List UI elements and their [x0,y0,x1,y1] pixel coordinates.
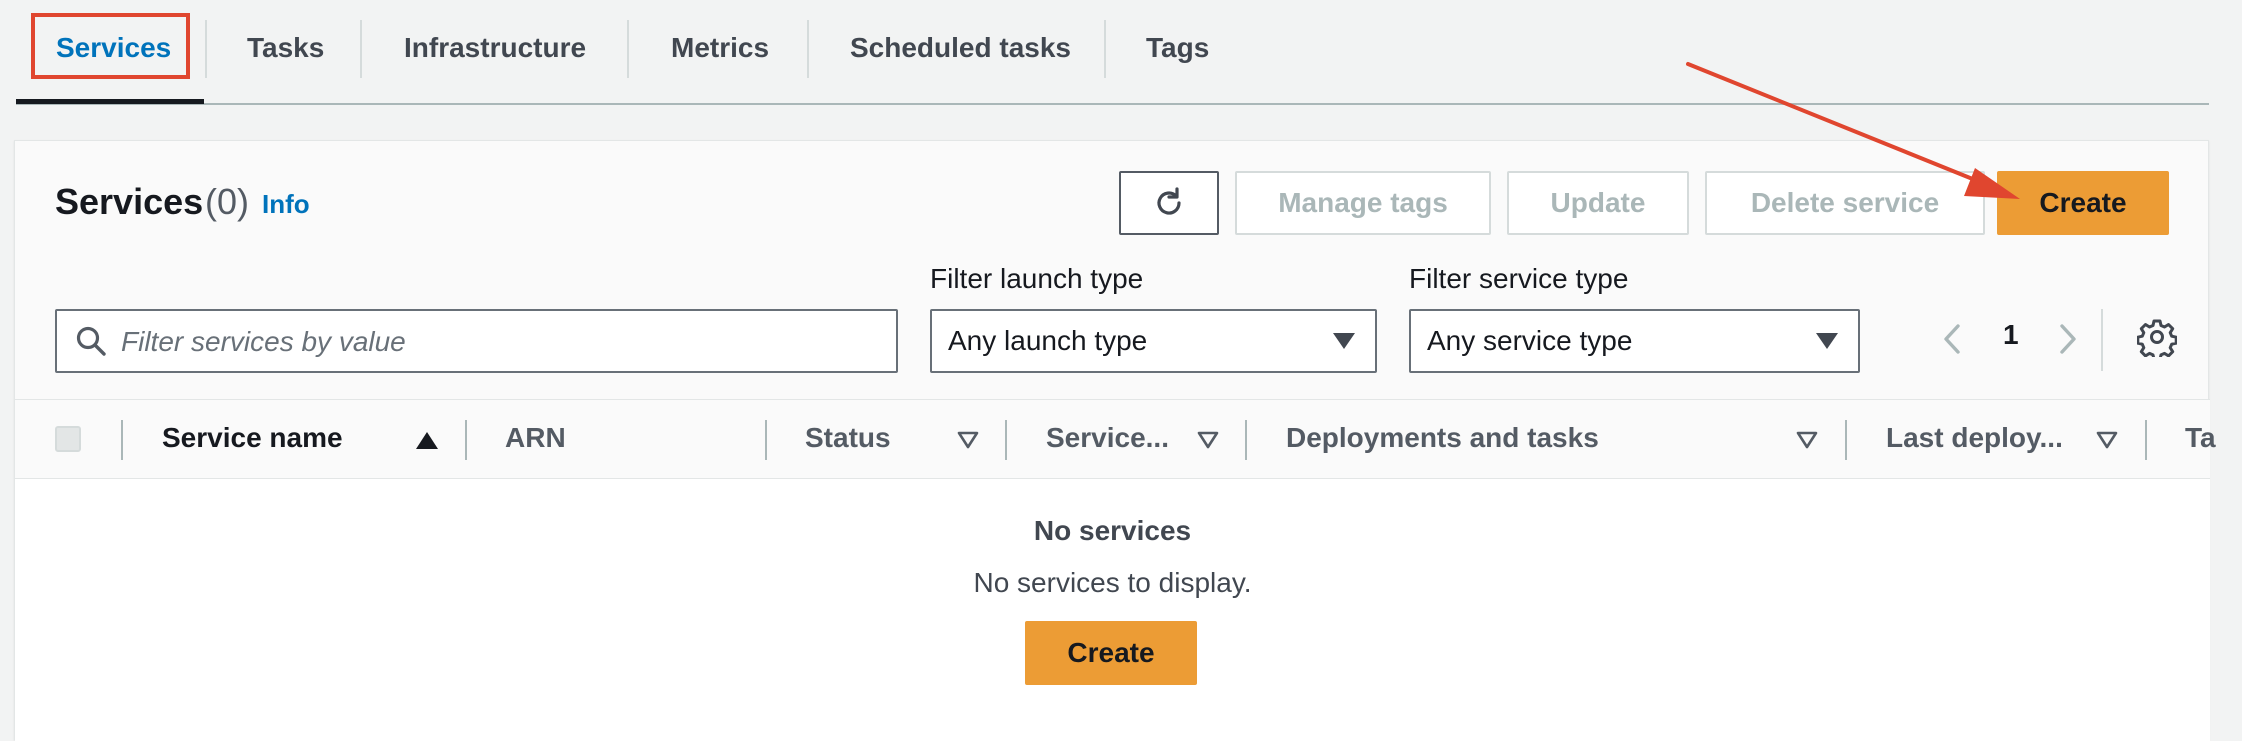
tab-separator [205,20,207,78]
services-panel: Services (0) Info Manage tags Update Del… [14,140,2216,741]
tab-separator [807,20,809,78]
search-input[interactable] [119,311,883,373]
search-icon [76,326,106,356]
update-button[interactable]: Update [1507,171,1689,235]
chevron-left-icon[interactable] [1937,319,1967,359]
pager-separator [2101,309,2103,371]
chevron-right-icon[interactable] [2053,319,2083,359]
column-separator [1845,420,1847,460]
column-separator [121,420,123,460]
table-body: No services No services to display. Crea… [15,479,2210,741]
tab-bar: Services Tasks Infrastructure Metrics Sc… [0,0,2242,106]
column-separator [765,420,767,460]
column-separator [1005,420,1007,460]
column-service-type[interactable]: Service... [1046,422,1169,454]
empty-state-title: No services [1033,515,1192,546]
column-separator [2145,420,2147,460]
panel-count: (0) [205,181,249,222]
manage-tags-button[interactable]: Manage tags [1235,171,1491,235]
gear-icon[interactable] [2137,317,2177,357]
column-deployments-and-tasks[interactable]: Deployments and tasks [1286,422,1599,454]
sort-icon[interactable] [2095,430,2119,450]
sort-icon[interactable] [1196,430,1220,450]
page-number[interactable]: 1 [2003,319,2019,351]
tab-scheduled-tasks[interactable]: Scheduled tasks [850,28,1071,68]
delete-service-button[interactable]: Delete service [1705,171,1985,235]
filter-launch-type-label: Filter launch type [930,263,1144,294]
sort-ascending-icon[interactable] [416,432,438,449]
filter-service-type-label: Filter service type [1409,263,1629,294]
column-separator [465,420,467,460]
column-arn: ARN [505,422,566,453]
create-button[interactable]: Create [1997,171,2169,235]
tab-separator [360,20,362,78]
tab-bar-divider [16,103,2209,105]
column-last-deployment[interactable]: Last deploy... [1886,422,2063,454]
refresh-icon [1157,187,1181,215]
service-type-value: Any service type [1427,325,1633,356]
tab-separator [627,20,629,78]
tab-infrastructure[interactable]: Infrastructure [404,28,586,68]
tab-tasks[interactable]: Tasks [247,28,324,68]
tab-separator [1104,20,1106,78]
tab-metrics[interactable]: Metrics [671,28,769,68]
empty-state-create-button[interactable]: Create [1025,621,1197,685]
tab-tags[interactable]: Tags [1146,28,1209,68]
launch-type-value: Any launch type [948,325,1148,356]
search-box [55,309,898,373]
caret-down-icon [1333,333,1355,349]
annotation-highlight-box [31,13,190,79]
refresh-button[interactable] [1119,171,1219,235]
launch-type-select[interactable]: Any launch type [930,309,1377,373]
info-link[interactable]: Info [262,189,310,220]
caret-down-icon [1816,333,1838,349]
column-separator [1245,420,1247,460]
column-tags: Ta [2185,422,2216,453]
service-type-select[interactable]: Any service type [1409,309,1860,373]
column-service-name[interactable]: Service name [162,422,343,454]
sort-icon[interactable] [956,430,980,450]
select-all-checkbox[interactable] [55,426,81,452]
empty-state-description: No services to display. [973,567,1252,598]
sort-icon[interactable] [1795,430,1819,450]
table-header: Service name ARN Status Service... Deplo… [15,399,2216,479]
active-tab-indicator [16,99,204,104]
panel-title: Services [55,181,204,222]
column-status[interactable]: Status [805,422,891,454]
